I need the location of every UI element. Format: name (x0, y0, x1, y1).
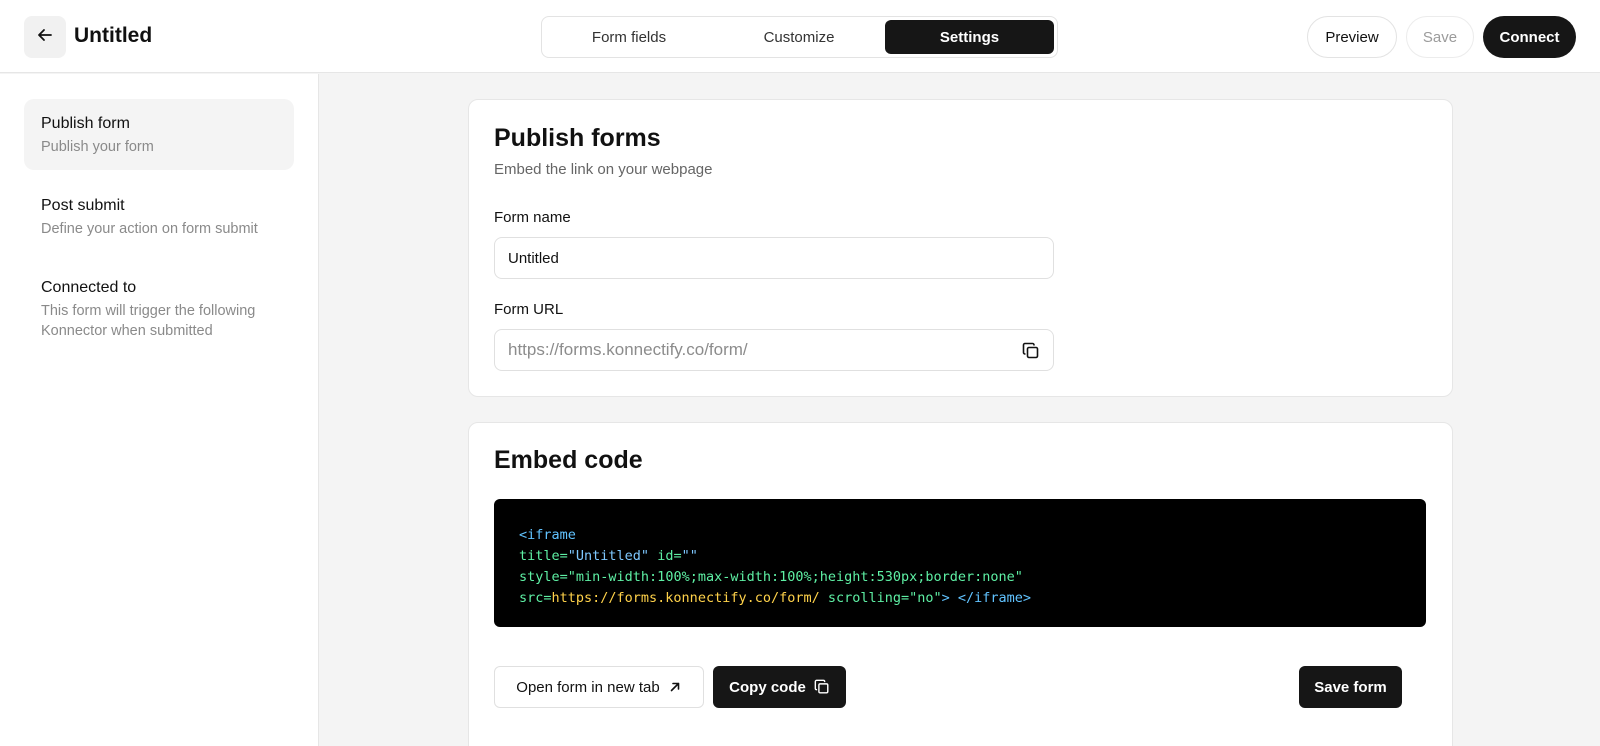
sidebar-item-title: Publish form (41, 115, 130, 132)
copy-icon (814, 679, 830, 695)
arrow-left-icon (36, 26, 54, 49)
open-form-new-tab-button[interactable]: Open form in new tab (494, 666, 704, 708)
embed-code-block[interactable]: <iframe title="Untitled" id="" style="mi… (494, 499, 1426, 627)
copy-code-label: Copy code (729, 678, 806, 696)
embed-code-card: Embed code <iframe title="Untitled" id="… (468, 422, 1453, 746)
copy-icon[interactable] (1022, 342, 1040, 360)
tab-settings[interactable]: Settings (885, 20, 1054, 54)
form-url-value: https://forms.konnectify.co/form/ (508, 340, 748, 359)
sidebar-item-subtitle: This form will trigger the following Kon… (41, 303, 256, 339)
page-title: Untitled (74, 24, 153, 47)
back-button[interactable] (24, 16, 66, 58)
publish-forms-card: Publish forms Embed the link on your web… (468, 99, 1453, 397)
code-scrolling-attr: scrolling= (819, 590, 910, 606)
tab-form-fields[interactable]: Form fields (545, 20, 713, 54)
sidebar-item-title: Post submit (41, 197, 125, 214)
sidebar-item-post-submit[interactable]: Post submit Define your action on form s… (24, 181, 294, 254)
code-tag-open: <iframe (519, 527, 576, 543)
tab-customize[interactable]: Customize (715, 20, 883, 54)
settings-sidebar: Publish form Publish your form Post subm… (0, 74, 319, 746)
code-style-value: "min-width:100%;max-width:100%;height:53… (567, 569, 1023, 585)
form-name-value: Untitled (508, 249, 559, 267)
code-tag-close: > </iframe> (941, 590, 1032, 606)
form-url-label: Form URL (494, 301, 564, 318)
sidebar-item-subtitle: Publish your form (41, 139, 154, 155)
code-scrolling-value: "no" (909, 590, 942, 606)
code-src-value: https://forms.konnectify.co/form/ (551, 590, 820, 606)
open-form-label: Open form in new tab (516, 678, 660, 696)
save-form-button[interactable]: Save form (1299, 666, 1402, 708)
save-button[interactable]: Save (1406, 16, 1474, 58)
form-name-label: Form name (494, 209, 571, 226)
connect-button[interactable]: Connect (1483, 16, 1576, 58)
publish-title: Publish forms (494, 124, 661, 152)
form-url-field[interactable]: https://forms.konnectify.co/form/ (494, 329, 1054, 371)
sidebar-item-publish-form[interactable]: Publish form Publish your form (24, 99, 294, 170)
embed-title: Embed code (494, 446, 643, 474)
code-title-attr: title= (519, 548, 568, 564)
code-id-attr: id= (649, 548, 682, 564)
preview-button[interactable]: Preview (1307, 16, 1397, 58)
copy-code-button[interactable]: Copy code (713, 666, 846, 708)
code-title-value: "Untitled" (567, 548, 650, 564)
form-name-input[interactable]: Untitled (494, 237, 1054, 279)
sidebar-item-connected-to[interactable]: Connected to This form will trigger the … (24, 263, 294, 356)
sidebar-item-subtitle: Define your action on form submit (41, 221, 258, 237)
code-src-attr: src= (519, 590, 552, 606)
sidebar-item-title: Connected to (41, 279, 137, 296)
tab-bar: Form fields Customize Settings (541, 16, 1058, 58)
top-bar: Untitled Form fields Customize Settings … (0, 0, 1600, 73)
publish-subtitle: Embed the link on your webpage (494, 161, 713, 178)
arrow-up-right-icon (668, 680, 682, 694)
code-id-value: "" (681, 548, 698, 564)
code-style-attr: style= (519, 569, 568, 585)
